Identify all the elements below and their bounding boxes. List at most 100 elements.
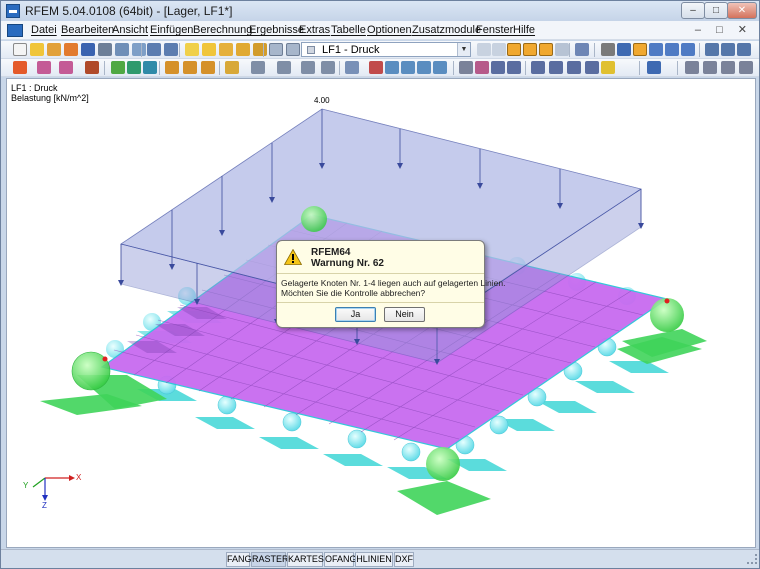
results-on-icon[interactable] — [507, 43, 521, 56]
settings-icon[interactable] — [219, 43, 233, 56]
edit-icon[interactable] — [185, 43, 199, 56]
line-icon[interactable] — [37, 61, 51, 74]
calculate-icon[interactable] — [555, 43, 569, 56]
filter-icon[interactable] — [549, 61, 563, 74]
next-load-case-icon[interactable] — [492, 43, 506, 56]
menu-einfuegen[interactable]: Einfügen — [150, 24, 193, 36]
opening-icon[interactable] — [143, 61, 157, 74]
divide-icon[interactable] — [345, 61, 359, 74]
resize-grip[interactable] — [747, 554, 757, 564]
menu-ansicht[interactable]: Ansicht — [112, 24, 148, 36]
solid-icon[interactable] — [127, 61, 141, 74]
menu-optionen[interactable]: Optionen — [367, 24, 412, 36]
view-iso-icon[interactable] — [617, 43, 631, 56]
menu-zusatzmodule[interactable]: Zusatzmodule — [412, 24, 481, 36]
menu-hilfe[interactable]: Hilfe — [513, 24, 535, 36]
previous-load-case-icon[interactable] — [477, 43, 491, 56]
extrude-icon[interactable] — [401, 61, 415, 74]
surface-icon[interactable] — [111, 61, 125, 74]
open-block-icon[interactable] — [64, 43, 78, 56]
view-y-icon[interactable] — [665, 43, 679, 56]
load-unit-info: Belastung [kN/m^2] — [11, 93, 89, 103]
select-line-icon[interactable] — [491, 61, 505, 74]
show-hide-icon[interactable] — [236, 43, 250, 56]
menu-extras[interactable]: Extras — [299, 24, 330, 36]
document-icon[interactable] — [7, 24, 23, 37]
globe-icon[interactable] — [647, 61, 661, 74]
mesh-icon[interactable] — [417, 61, 431, 74]
view-rotate-icon[interactable] — [633, 43, 647, 56]
nodal-load-icon[interactable] — [165, 61, 179, 74]
menu-ergebnisse[interactable]: Ergebnisse — [249, 24, 304, 36]
chevron-down-icon[interactable]: ▼ — [457, 43, 470, 56]
redo-icon[interactable] — [164, 43, 178, 56]
status-fang-button[interactable]: FANG — [226, 552, 252, 567]
view-x-icon[interactable] — [649, 43, 663, 56]
intersect-icon[interactable] — [369, 61, 383, 74]
connect-icon[interactable] — [385, 61, 399, 74]
status-dxf-button[interactable]: DXF — [394, 552, 414, 567]
print-graphics-icon[interactable] — [115, 43, 129, 56]
hidden-line-icon[interactable] — [721, 61, 735, 74]
print-icon[interactable] — [98, 43, 112, 56]
minimize-button[interactable]: – — [681, 2, 705, 19]
save-icon[interactable] — [81, 43, 95, 56]
new-file-icon[interactable] — [13, 43, 27, 56]
measure-icon[interactable] — [705, 43, 719, 56]
wireframe-icon[interactable] — [685, 61, 699, 74]
open-recent-icon[interactable] — [47, 43, 61, 56]
view-z-icon[interactable] — [681, 43, 695, 56]
load-case-value: LF1 - Druck — [322, 44, 380, 56]
no-button[interactable]: Nein — [384, 307, 425, 322]
table-icon[interactable] — [269, 43, 283, 56]
menu-fenster[interactable]: Fenster — [476, 24, 513, 36]
load-case-select[interactable]: LF1 - Druck ▼ — [301, 42, 471, 57]
select-all-icon[interactable] — [507, 61, 521, 74]
visibility-icon[interactable] — [531, 61, 545, 74]
grid-icon[interactable] — [601, 43, 615, 56]
rotate-icon[interactable] — [277, 61, 291, 74]
status-hlinien-button[interactable]: HLINIEN — [355, 552, 393, 567]
open-folder-icon[interactable] — [30, 43, 44, 56]
node-icon[interactable] — [13, 61, 27, 74]
member-load-icon[interactable] — [183, 61, 197, 74]
section-icon[interactable] — [585, 61, 599, 74]
check-icon[interactable] — [433, 61, 447, 74]
menu-bearbeiten[interactable]: Bearbeiten — [61, 24, 114, 36]
surface-load-icon[interactable] — [201, 61, 215, 74]
options-icon[interactable] — [739, 61, 753, 74]
export-icon[interactable] — [132, 43, 146, 56]
status-bar: FANG RASTER KARTES OFANG HLINIEN DXF — [1, 549, 759, 568]
result-values-icon[interactable] — [539, 43, 553, 56]
dimension-icon[interactable] — [575, 43, 589, 56]
menu-berechnung[interactable]: Berechnung — [193, 24, 252, 36]
member-icon[interactable] — [59, 61, 73, 74]
close-button[interactable]: ✕ — [727, 2, 757, 19]
status-ofang-button[interactable]: OFANG — [324, 552, 357, 567]
view-filter-icon[interactable] — [253, 43, 267, 56]
select-icon[interactable] — [459, 61, 473, 74]
show-results-icon[interactable] — [523, 43, 537, 56]
menu-tabelle[interactable]: Tabelle — [331, 24, 366, 36]
status-raster-button[interactable]: RASTER — [251, 552, 289, 567]
status-kartes-button[interactable]: KARTES — [287, 552, 324, 567]
zoom-icon[interactable] — [737, 43, 751, 56]
copy-icon[interactable] — [225, 61, 239, 74]
mdi-window-controls[interactable]: – □ ✕ — [695, 23, 753, 36]
panel-icon[interactable] — [286, 43, 300, 56]
project-navigator-icon[interactable] — [202, 43, 216, 56]
display-icon[interactable] — [601, 61, 615, 74]
move-icon[interactable] — [251, 61, 265, 74]
undo-icon[interactable] — [147, 43, 161, 56]
ruler-icon[interactable] — [567, 61, 581, 74]
solid-view-icon[interactable] — [703, 61, 717, 74]
yes-button[interactable]: Ja — [335, 307, 376, 322]
maximize-button[interactable]: □ — [704, 2, 728, 19]
support-icon[interactable] — [85, 61, 99, 74]
select-window-icon[interactable] — [475, 61, 489, 74]
scale-icon[interactable] — [321, 61, 335, 74]
title-bar: RFEM 5.04.0108 (64bit) - [Lager, LF1*] –… — [1, 1, 759, 21]
menu-datei[interactable]: Datei — [31, 24, 57, 36]
render-icon[interactable] — [721, 43, 735, 56]
mirror-icon[interactable] — [301, 61, 315, 74]
